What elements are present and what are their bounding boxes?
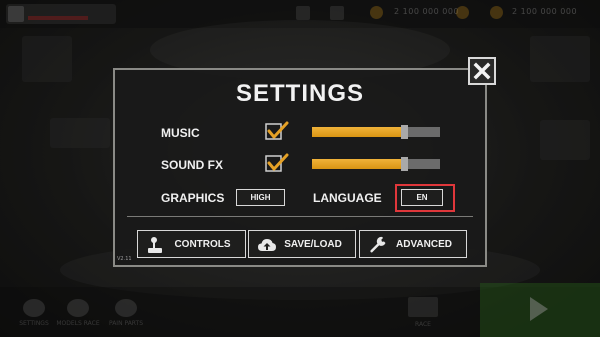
- divider: [127, 216, 473, 217]
- music-checkbox[interactable]: [265, 121, 289, 141]
- advanced-label: ADVANCED: [396, 239, 452, 250]
- controls-button[interactable]: CONTROLS: [137, 230, 246, 258]
- sound-fx-volume-slider[interactable]: [312, 157, 440, 171]
- joystick-icon: [148, 237, 162, 253]
- advanced-button[interactable]: ADVANCED: [359, 230, 467, 258]
- controls-label: CONTROLS: [174, 239, 231, 250]
- graphics-quality-button[interactable]: HIGH: [236, 189, 285, 206]
- sound-fx-checkbox[interactable]: [265, 153, 289, 173]
- music-volume-fill: [312, 127, 405, 137]
- checkmark-icon: [267, 121, 289, 139]
- wrench-icon: [370, 236, 386, 253]
- checkmark-icon: [267, 153, 289, 171]
- close-button[interactable]: [468, 57, 496, 85]
- sound-fx-volume-fill: [312, 159, 405, 169]
- music-volume-handle[interactable]: [401, 125, 409, 139]
- sound-fx-label: SOUND FX: [161, 158, 224, 172]
- cloud-upload-icon: [258, 239, 276, 251]
- save-load-label: SAVE/LOAD: [284, 239, 342, 250]
- language-highlight-box: [395, 184, 455, 212]
- version-label: V2.11: [117, 256, 132, 262]
- settings-title: SETTINGS: [235, 80, 364, 107]
- close-x-icon: [473, 62, 491, 80]
- music-volume-slider[interactable]: [312, 125, 440, 139]
- graphics-label: GRAPHICS: [161, 191, 225, 205]
- sound-fx-volume-handle[interactable]: [401, 157, 409, 171]
- language-label: LANGUAGE: [313, 191, 382, 205]
- save-load-button[interactable]: SAVE/LOAD: [248, 230, 356, 258]
- music-label: MUSIC: [161, 126, 200, 140]
- settings-panel: SETTINGS MUSIC SOUND FX GRAPHICS HIGH LA…: [113, 68, 487, 267]
